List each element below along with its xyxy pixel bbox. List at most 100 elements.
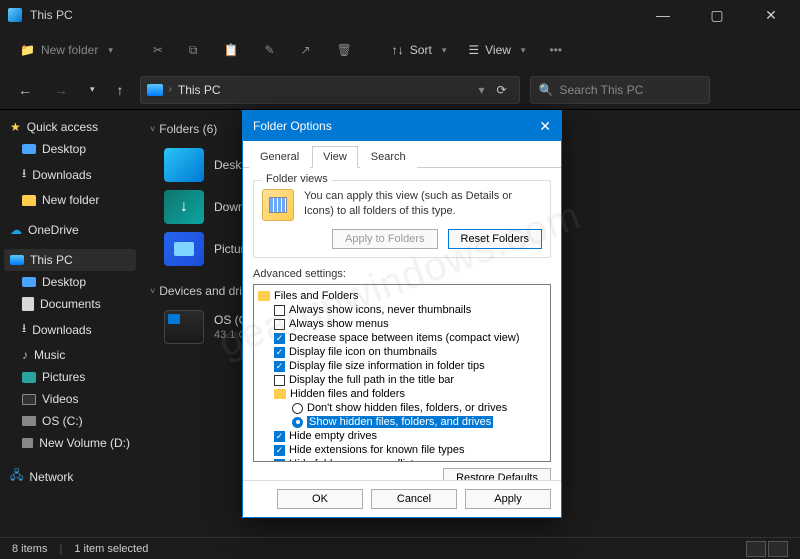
chevron-down-icon: ▾ [521,45,526,56]
apply-to-folders-button[interactable]: Apply to Folders [332,229,437,249]
tree-always-icons[interactable]: Always show icons, never thumbnails [256,303,548,317]
sidebar-desktop2[interactable]: Desktop [4,271,136,293]
refresh-button[interactable]: ⟳ [490,83,512,97]
paste-button[interactable]: 📋 [213,39,248,61]
folder-icon [22,195,36,206]
drive-icon [22,438,33,448]
downloads-icon: ↓ [164,190,204,224]
cancel-button[interactable]: Cancel [371,489,457,509]
back-button[interactable]: ← [12,78,38,102]
toolbar: 📁 New folder ▾ ✂ ⧉ 📋 ✎ ↗ 🗑 ↑↓ Sort ▾ ☰ V… [0,30,800,70]
sort-button[interactable]: ↑↓ Sort ▾ [384,39,455,61]
more-button[interactable]: ••• [539,39,572,61]
titlebar: This PC — ▢ ✕ [0,0,800,30]
dialog-close-button[interactable]: ✕ [539,118,551,135]
maximize-button[interactable]: ▢ [702,7,732,24]
ok-button[interactable]: OK [277,489,363,509]
checkbox-checked[interactable]: ✓ [274,333,285,344]
checkbox[interactable] [274,319,285,330]
sidebar-osc[interactable]: OS (C:) [4,410,136,432]
apply-button[interactable]: Apply [465,489,551,509]
forward-button[interactable]: → [48,78,74,102]
folder-views-icon [262,189,294,221]
tree-hide-extensions[interactable]: ✓Hide extensions for known file types [256,443,548,457]
reset-folders-button[interactable]: Reset Folders [448,229,542,249]
tree-full-path-title[interactable]: Display the full path in the title bar [256,373,548,387]
folder-views-desc: You can apply this view (such as Details… [304,189,542,221]
tree-hide-empty[interactable]: ✓Hide empty drives [256,429,548,443]
breadcrumb-sep: › [169,84,172,95]
sidebar-quick-access[interactable]: ★Quick access [4,116,136,138]
tab-general[interactable]: General [249,146,310,168]
tree-show-hidden[interactable]: Show hidden files, folders, and drives [256,415,548,429]
share-button[interactable]: ↗ [291,39,321,61]
tree-file-icon-thumb[interactable]: ✓Display file icon on thumbnails [256,345,548,359]
tree-compact-view[interactable]: ✓Decrease space between items (compact v… [256,331,548,345]
sort-icon: ↑↓ [392,43,404,57]
sidebar-onedrive[interactable]: ☁OneDrive [4,219,136,241]
restore-defaults-button[interactable]: Restore Defaults [443,468,551,480]
tree-dont-show-hidden[interactable]: Don't show hidden files, folders, or dri… [256,401,548,415]
dialog-footer: OK Cancel Apply [243,480,561,517]
advanced-settings-tree[interactable]: Files and Folders Always show icons, nev… [253,284,551,462]
recent-dropdown[interactable]: ▾ [84,80,101,99]
view-details-button[interactable] [746,541,766,557]
radio-checked[interactable] [292,417,303,428]
search-box[interactable]: 🔍 Search This PC [530,76,710,104]
copy-button[interactable]: ⧉ [179,39,208,62]
advanced-settings-label: Advanced settings: [253,268,551,280]
view-tiles-button[interactable] [768,541,788,557]
chevron-down-icon: ▾ [442,45,447,56]
sidebar-documents[interactable]: Documents [4,293,136,315]
status-selected: 1 item selected [74,543,148,555]
checkbox-checked[interactable]: ✓ [274,459,285,463]
view-button[interactable]: ☰ View ▾ [460,39,533,61]
checkbox-checked[interactable]: ✓ [274,361,285,372]
sidebar-downloads[interactable]: ⭳Downloads [4,160,136,189]
videos-icon [22,394,36,405]
document-icon [22,297,34,311]
sidebar-desktop[interactable]: Desktop [4,138,136,160]
sidebar-new-folder[interactable]: New folder [4,189,136,211]
checkbox[interactable] [274,305,285,316]
close-button[interactable]: ✕ [756,7,786,24]
rename-button[interactable]: ✎ [254,39,284,61]
chevron-down-icon: ˅ [150,286,155,296]
sidebar-music[interactable]: ♪Music [4,344,136,366]
sidebar-this-pc[interactable]: This PC [4,249,136,271]
dialog-titlebar[interactable]: Folder Options ✕ [243,111,561,141]
dialog-tabs: General View Search [243,141,561,168]
sidebar-videos[interactable]: Videos [4,388,136,410]
tree-hide-merge[interactable]: ✓Hide folder merge conflicts [256,457,548,462]
sidebar-newvol[interactable]: New Volume (D:) [4,432,136,454]
checkbox-checked[interactable]: ✓ [274,431,285,442]
dropdown-icon[interactable]: ▾ [478,83,484,97]
search-placeholder: Search This PC [559,83,643,97]
tab-view[interactable]: View [312,146,358,168]
delete-button[interactable]: 🗑 [327,39,362,61]
tree-files-folders[interactable]: Files and Folders [256,289,548,303]
sidebar-network[interactable]: 🖧Network [4,462,136,491]
status-items: 8 items [12,543,47,555]
tab-search[interactable]: Search [360,146,417,168]
radio[interactable] [292,403,303,414]
new-folder-button[interactable]: 📁 New folder ▾ [12,39,121,61]
minimize-button[interactable]: — [648,7,678,24]
breadcrumb-location[interactable]: This PC [178,83,221,97]
folder-options-dialog: Folder Options ✕ General View Search Fol… [242,110,562,518]
desktop-icon [22,144,36,154]
cut-button[interactable]: ✂ [143,39,173,61]
up-button[interactable]: ↑ [111,78,130,102]
address-bar[interactable]: › This PC ▾ ⟳ [140,76,520,104]
checkbox-checked[interactable]: ✓ [274,347,285,358]
sidebar-downloads2[interactable]: ⭳Downloads [4,315,136,344]
sidebar-pictures[interactable]: Pictures [4,366,136,388]
window-title: This PC [30,8,73,22]
checkbox[interactable] [274,375,285,386]
checkbox-checked[interactable]: ✓ [274,445,285,456]
folder-icon [258,291,270,301]
tree-always-menus[interactable]: Always show menus [256,317,548,331]
music-icon: ♪ [22,348,28,362]
tree-file-size-tips[interactable]: ✓Display file size information in folder… [256,359,548,373]
tree-hidden-folder[interactable]: Hidden files and folders [256,387,548,401]
